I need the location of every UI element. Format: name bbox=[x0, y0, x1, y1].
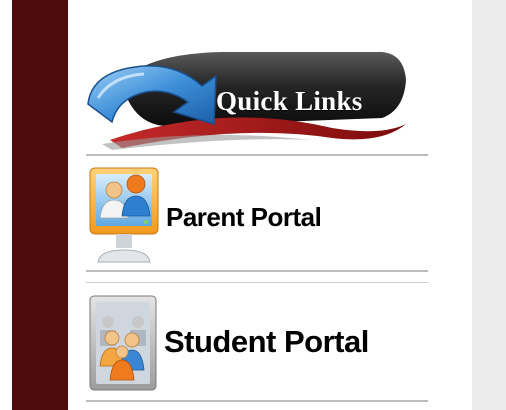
divider bbox=[86, 282, 428, 283]
parent-portal-link[interactable]: Parent Portal bbox=[88, 166, 428, 266]
right-side-panel bbox=[472, 0, 506, 410]
parent-portal-label: Parent Portal bbox=[166, 202, 322, 232]
parent-monitor-icon bbox=[89, 167, 159, 263]
student-portal-link[interactable]: Student Portal bbox=[88, 294, 428, 394]
divider bbox=[86, 154, 428, 156]
divider bbox=[86, 270, 428, 272]
student-portal-label: Student Portal bbox=[164, 324, 369, 359]
quick-links-banner: Quick Links bbox=[82, 32, 412, 156]
left-sidebar-bar bbox=[12, 0, 68, 410]
quick-links-title: Quick Links bbox=[216, 86, 363, 116]
divider bbox=[86, 400, 428, 402]
quick-links-widget: Quick Links Parent Portal Student Portal bbox=[68, 0, 472, 410]
student-group-icon bbox=[89, 295, 157, 391]
